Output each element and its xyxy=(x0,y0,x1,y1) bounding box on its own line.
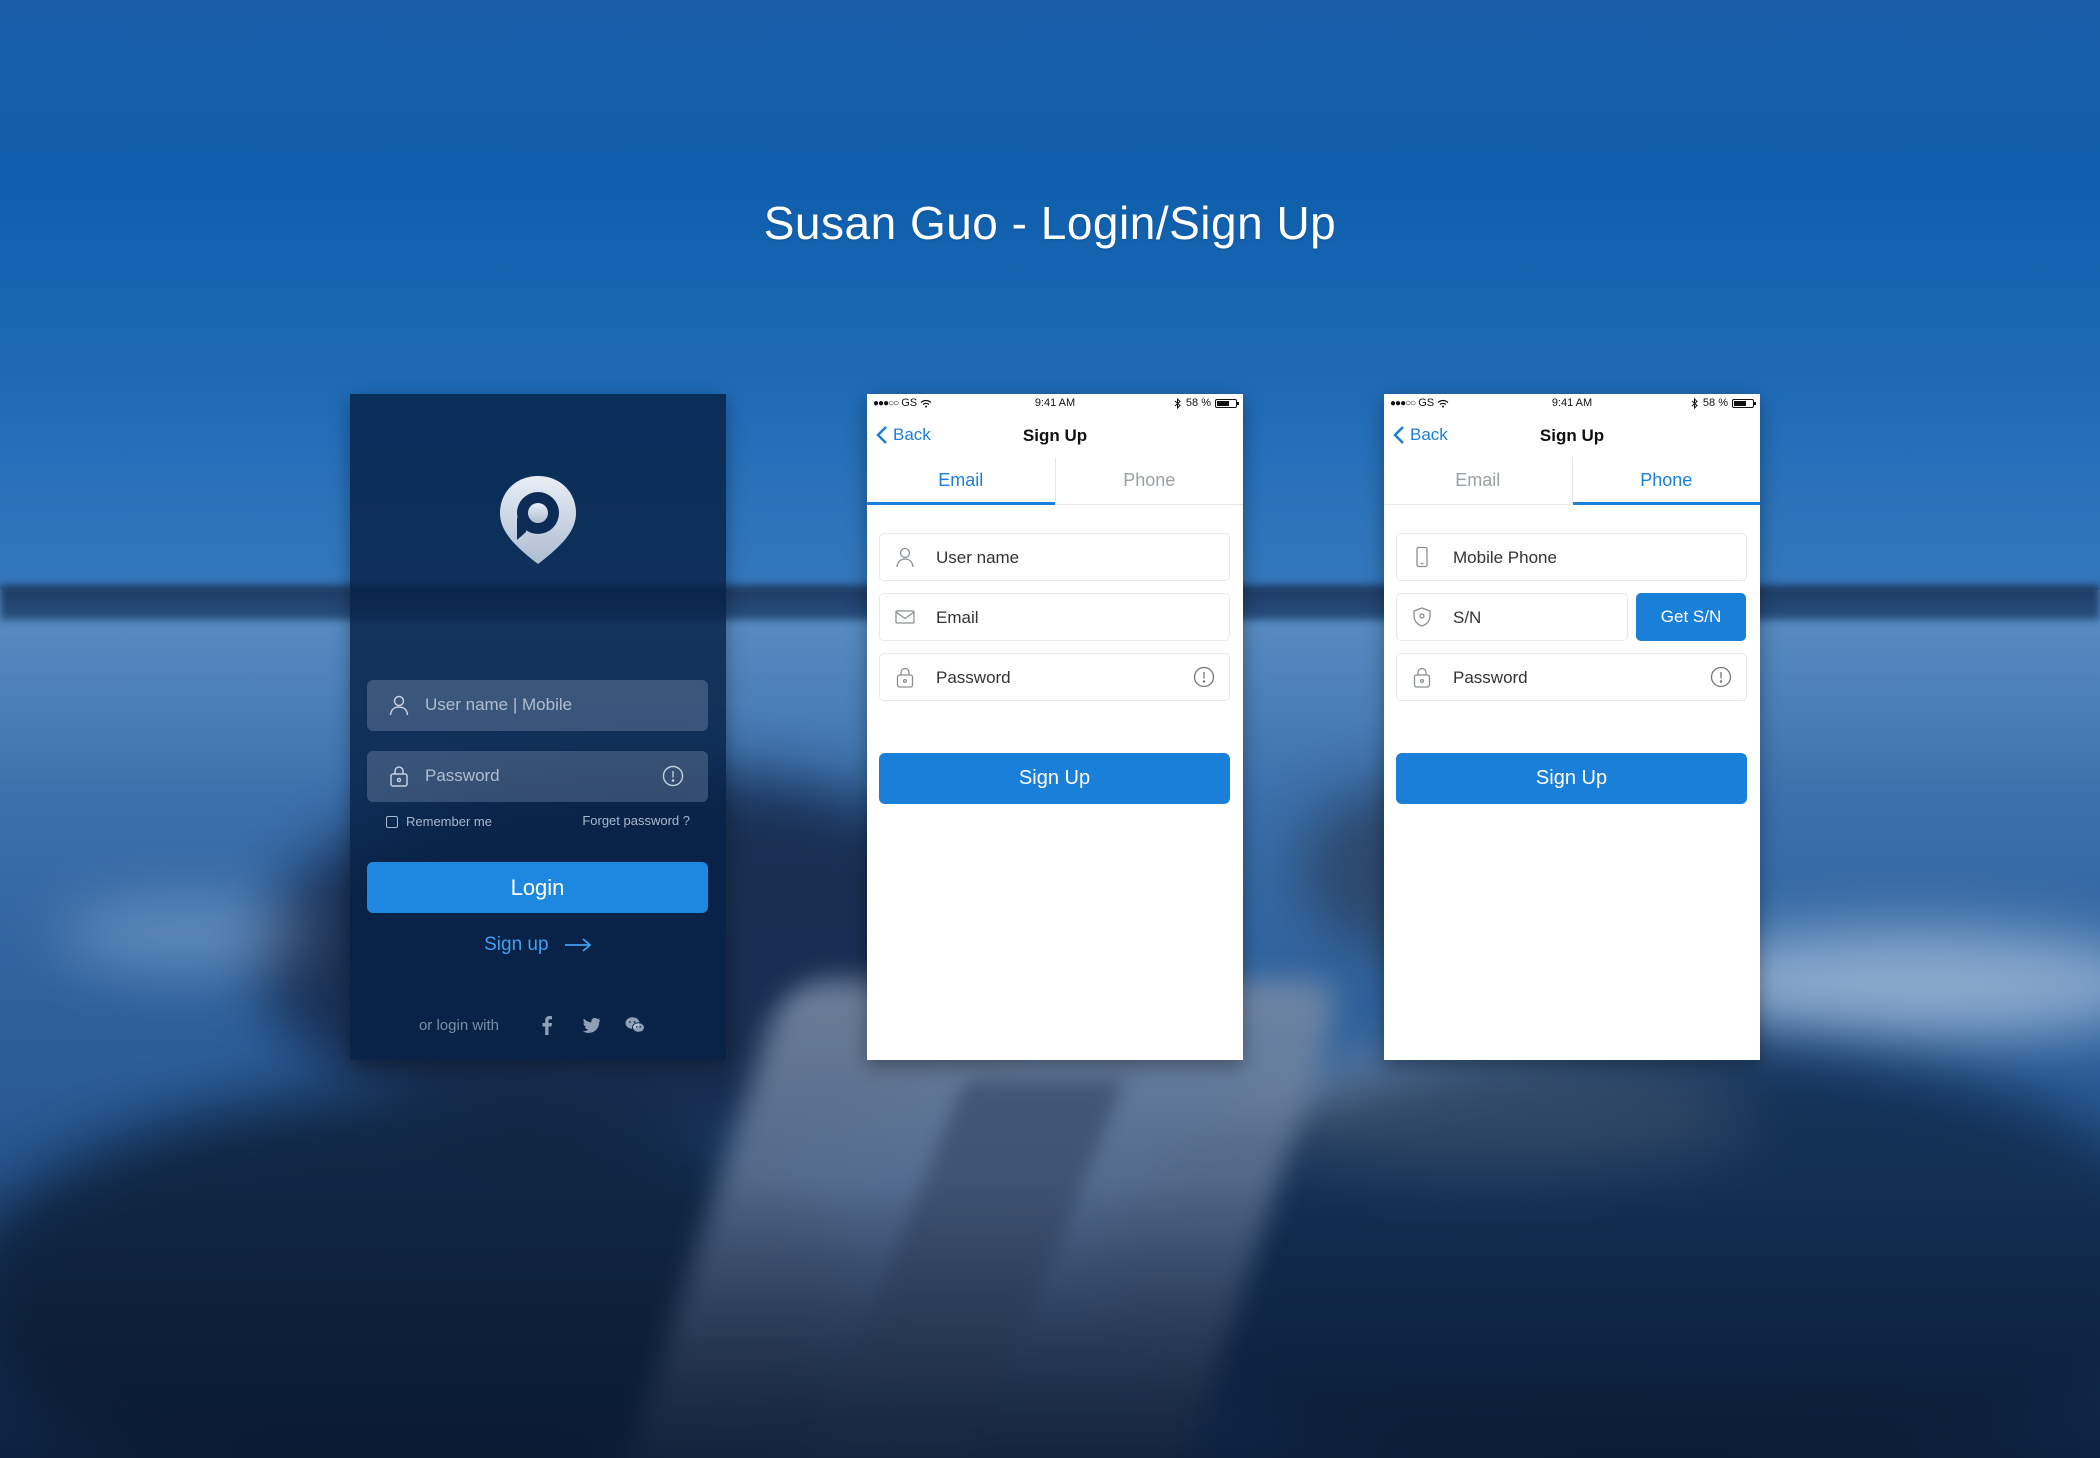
sn-placeholder: S/N xyxy=(1453,608,1482,627)
email-input[interactable]: Email xyxy=(879,593,1230,641)
password-input[interactable]: Password xyxy=(367,751,708,802)
signup-tabs: Email Phone xyxy=(1384,458,1760,505)
tab-email[interactable]: Email xyxy=(1384,458,1573,504)
bluetooth-icon xyxy=(1174,397,1181,409)
status-bar: ●●●○○ GS 9:41 AM 58 % xyxy=(867,394,1243,414)
nav-title: Sign Up xyxy=(1022,426,1088,445)
password-placeholder: Password xyxy=(1453,668,1528,687)
facebook-icon[interactable] xyxy=(536,1014,558,1036)
email-placeholder: Email xyxy=(936,608,979,627)
battery-percent: 58 % xyxy=(1702,397,1728,409)
tab-phone[interactable]: Phone xyxy=(1056,458,1244,504)
social-login-row: or login with xyxy=(350,1014,726,1036)
location-pin-logo-icon xyxy=(500,476,576,564)
forget-password-link[interactable]: Forget password ? xyxy=(582,813,690,828)
mobile-phone-placeholder: Mobile Phone xyxy=(1453,548,1557,567)
lock-icon xyxy=(1413,667,1431,688)
wechat-icon[interactable] xyxy=(624,1014,646,1036)
lock-icon xyxy=(896,667,914,688)
login-button[interactable]: Login xyxy=(367,862,708,913)
password-input[interactable]: Password xyxy=(879,653,1230,701)
sn-input[interactable]: S/N xyxy=(1396,593,1628,641)
shield-icon xyxy=(1413,607,1431,627)
surf xyxy=(60,900,320,970)
password-input[interactable]: Password xyxy=(1396,653,1747,701)
nav-bar: Back Sign Up xyxy=(1384,414,1760,458)
signup-tabs: Email Phone xyxy=(867,458,1243,505)
battery-percent: 58 % xyxy=(1185,397,1211,409)
mobile-phone-icon xyxy=(1416,546,1428,568)
mail-icon xyxy=(895,610,915,624)
vignette xyxy=(0,1180,2100,1458)
login-screen: User name | Mobile Password Remember me … xyxy=(350,394,726,1060)
remember-me-label: Remember me xyxy=(406,814,492,829)
info-icon[interactable] xyxy=(1710,666,1732,688)
nav-title: Sign Up xyxy=(1539,426,1605,445)
social-login-label: or login with xyxy=(418,1016,500,1034)
lock-icon xyxy=(390,766,408,787)
username-input[interactable]: User name xyxy=(879,533,1230,581)
tab-email[interactable]: Email xyxy=(867,458,1056,505)
username-placeholder: User name xyxy=(936,548,1020,567)
mobile-phone-input[interactable]: Mobile Phone xyxy=(1396,533,1747,581)
checkbox[interactable] xyxy=(386,815,398,828)
status-bar: ●●●○○ GS 9:41 AM 58 % xyxy=(1384,394,1760,414)
info-icon[interactable] xyxy=(662,765,684,787)
get-sn-button[interactable]: Get S/N xyxy=(1636,593,1746,641)
sign-up-button[interactable]: Sign Up xyxy=(879,753,1230,804)
username-mobile-input[interactable]: User name | Mobile xyxy=(367,680,708,731)
sign-up-button[interactable]: Sign Up xyxy=(1396,753,1747,804)
sign-up-label: Sign up xyxy=(484,934,549,955)
bluetooth-icon xyxy=(1691,397,1698,409)
password-placeholder: Password xyxy=(425,766,500,785)
username-placeholder: User name | Mobile xyxy=(425,695,573,714)
arrow-right-icon xyxy=(564,938,592,952)
phone-signup-screen: ●●●○○ GS 9:41 AM 58 % Back Sign Up Email… xyxy=(1384,394,1760,1060)
email-signup-screen: ●●●○○ GS 9:41 AM 58 % Back Sign Up Email… xyxy=(867,394,1243,1060)
password-placeholder: Password xyxy=(936,668,1011,687)
remember-me-checkbox[interactable]: Remember me xyxy=(386,814,492,829)
twitter-icon[interactable] xyxy=(580,1014,602,1036)
sign-up-link[interactable]: Sign up xyxy=(350,934,726,956)
info-icon[interactable] xyxy=(1193,666,1215,688)
nav-bar: Back Sign Up xyxy=(867,414,1243,458)
page-title: Susan Guo - Login/Sign Up xyxy=(763,197,1337,249)
user-icon xyxy=(896,547,914,568)
tab-phone[interactable]: Phone xyxy=(1572,458,1761,505)
battery-icon xyxy=(1732,398,1756,408)
user-icon xyxy=(389,695,409,716)
battery-icon xyxy=(1215,398,1239,408)
